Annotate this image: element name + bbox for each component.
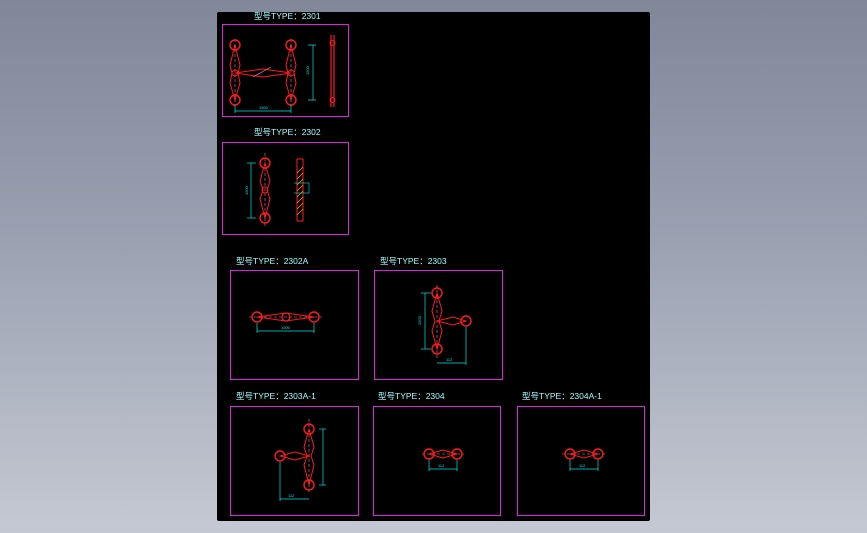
dim-h-2301: 1500 [259,105,269,110]
panel-title-2301: 型号TYPE：2301 [254,12,321,21]
panel-title-2302A: 型号TYPE：2302A [236,256,309,266]
panel-title-2304A-1: 型号TYPE：2304A-1 [522,391,602,401]
dim-h-2302A: 1500 [281,325,291,330]
dim-h-2303A-1: 112 [288,493,295,498]
panel-frame-2301[interactable]: 1500 1500 [222,24,349,117]
dim-h-2303: 112 [446,357,453,362]
panel-title-2302: 型号TYPE：2302 [254,127,321,137]
panel-frame-2304[interactable]: 112 [373,406,501,516]
fitting-drawing-2304A-1: 112 [562,448,606,471]
panel-title-2303: 型号TYPE：2303 [380,256,447,266]
fitting-drawing-2302: 1500 [244,153,310,227]
fitting-drawing-2302A: 1500 [249,311,323,333]
panel-frame-2303[interactable]: 112 1500 [374,270,503,380]
panel-title-2304: 型号TYPE：2304 [378,391,445,401]
panel-frame-2303A-1[interactable]: 112 [230,406,359,516]
panel-frame-2302[interactable]: 1500 [222,142,349,235]
dim-h-2304: 112 [438,463,445,468]
dim-h-2304A-1: 112 [579,463,586,468]
dim-v-2301: 1500 [305,65,310,75]
panel-frame-2304A-1[interactable]: 112 [517,406,645,516]
panel-frame-2302A[interactable]: 1500 [230,270,359,380]
fitting-drawing-2303A-1: 112 [274,419,326,501]
fitting-drawing-2301: 1500 1500 [229,35,336,113]
panel-title-2303A-1: 型号TYPE：2303A-1 [236,391,316,401]
dim-v-2302: 1500 [244,185,249,195]
drawing-sheet: 型号TYPE：2301 1500 1500 型号TYPE：2302 1500 型… [217,12,650,521]
dim-v-2303: 1500 [417,315,422,325]
fitting-drawing-2304: 112 [422,448,464,471]
fitting-drawing-2303: 112 1500 [417,285,472,365]
